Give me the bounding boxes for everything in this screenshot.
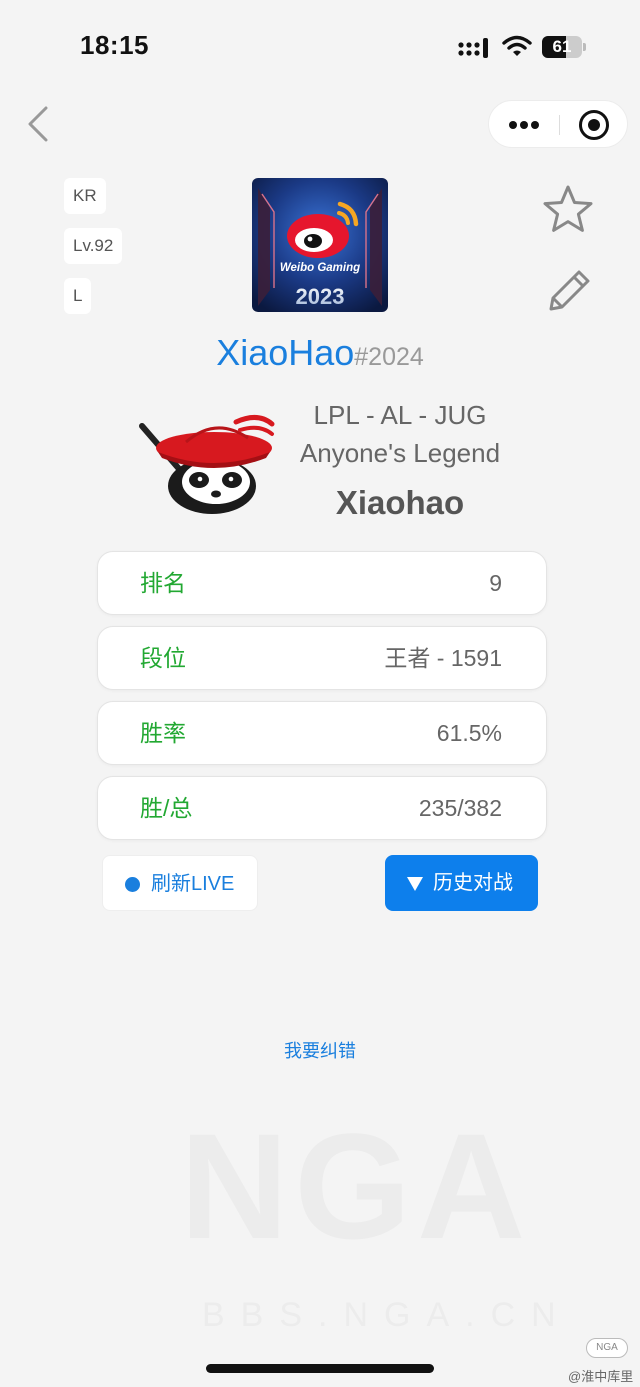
close-target-icon[interactable]: [579, 110, 609, 140]
stat-label: 段位: [140, 645, 186, 671]
team-logo-brand: Weibo Gaming: [280, 262, 360, 274]
match-history-button[interactable]: 历史对战: [385, 855, 538, 911]
back-chevron-icon[interactable]: [20, 100, 60, 148]
stat-value: 王者 - 1591: [384, 645, 502, 671]
level-tag: Lv.92: [64, 228, 123, 264]
report-error-link[interactable]: 我要纠错: [0, 1037, 640, 1063]
stat-value: 9: [489, 570, 502, 596]
stat-card-win-rate: 胜率 61.5%: [97, 701, 547, 765]
nga-watermark: NGA BBS.NGA.CN: [180, 1100, 600, 1340]
stat-card-rank: 排名 9: [97, 551, 547, 615]
status-bar: 18:15 61: [0, 0, 640, 95]
region-tag: KR: [64, 178, 106, 214]
team-logo: Weibo Gaming 2023: [252, 178, 388, 312]
match-history-label: 历史对战: [433, 872, 513, 894]
player-tag-number: #2024: [354, 343, 424, 371]
edit-pencil-icon[interactable]: [544, 266, 594, 316]
watermark-logo-text: NGA: [180, 1102, 532, 1270]
watermark-url: BBS.NGA.CN: [202, 1296, 572, 1334]
stat-label: 胜/总: [140, 795, 193, 821]
refresh-live-label: 刷新LIVE: [151, 873, 235, 895]
stat-label: 排名: [140, 570, 186, 596]
live-dot-icon: [125, 877, 140, 892]
stat-card-wins-total: 胜/总 235/382: [97, 776, 547, 840]
battery-level: 61: [552, 37, 572, 56]
wifi-icon: [502, 35, 532, 56]
battery-icon: 61: [542, 36, 586, 58]
refresh-live-button[interactable]: 刷新LIVE: [102, 855, 258, 911]
favorite-star-icon[interactable]: [542, 184, 594, 236]
stat-value: 61.5%: [436, 720, 502, 746]
triangle-down-icon: [407, 877, 423, 891]
player-real-name: Xiaohao: [335, 484, 465, 521]
team-avatar-icon: [139, 415, 275, 514]
status-time: 18:15: [80, 30, 149, 60]
position-tag: L: [64, 278, 92, 314]
team-name: Anyone's Legend: [299, 438, 501, 468]
stat-card-tier: 段位 王者 - 1591: [97, 626, 547, 690]
team-logo-year: 2023: [296, 284, 345, 309]
author-credit: @淮中库里: [568, 1369, 634, 1384]
more-options-button[interactable]: [489, 101, 559, 149]
player-name: XiaoHao: [216, 332, 355, 373]
stat-value: 235/382: [418, 795, 502, 821]
mini-program-capsule: [488, 100, 628, 148]
nga-badge-icon: NGA: [586, 1338, 628, 1358]
player-name-line: XiaoHao#2024: [0, 332, 640, 374]
home-indicator[interactable]: [206, 1364, 434, 1373]
stat-label: 胜率: [140, 720, 186, 746]
league-role-line: LPL - AL - JUG: [313, 400, 487, 430]
cellular-signal-icon: [458, 38, 488, 58]
